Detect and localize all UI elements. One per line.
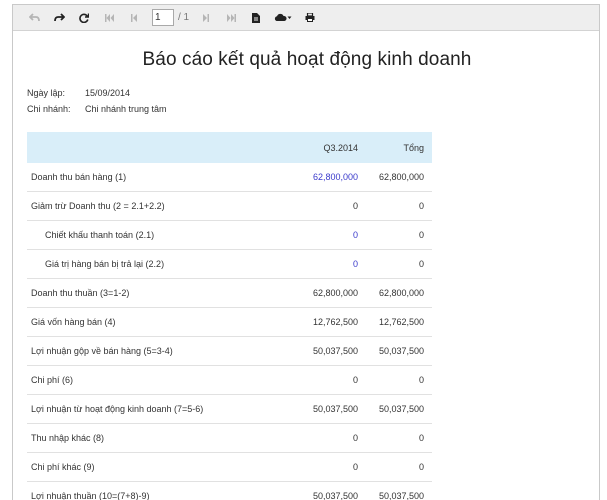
row-total-value: 0: [366, 249, 432, 279]
report-page: Báo cáo kết quả hoạt động kinh doanh Ngà…: [27, 31, 587, 500]
row-q3-value: 12,762,500: [241, 307, 366, 337]
refresh-icon[interactable]: [73, 8, 95, 28]
row-q3-value: 0: [241, 452, 366, 482]
table-row: Chi phí khác (9) 0 0: [27, 452, 432, 482]
row-q3-value-link[interactable]: 0: [241, 220, 366, 250]
table-row: Giá vốn hàng bán (4) 12,762,500 12,762,5…: [27, 307, 432, 337]
table-row: Chi phí (6) 0 0: [27, 365, 432, 395]
report-title: Báo cáo kết quả hoạt động kinh doanh: [142, 49, 472, 70]
row-label: Chi phí khác (9): [27, 452, 241, 482]
row-q3-value-link[interactable]: 0: [241, 249, 366, 279]
report-meta: Ngày lập: 15/09/2014 Chi nhánh: Chi nhán…: [27, 85, 587, 117]
table-row: Lợi nhuận gộp về bán hàng (5=3-4) 50,037…: [27, 336, 432, 366]
report-table: Q3.2014 Tổng Doanh thu bán hàng (1) 62,8…: [27, 132, 432, 500]
page-total: / 1: [178, 12, 190, 23]
viewer-toolbar: / 1: [13, 5, 599, 31]
next-page-icon[interactable]: [195, 8, 217, 28]
meta-label: Ngày lập:: [27, 88, 66, 98]
row-q3-value: 50,037,500: [241, 481, 366, 500]
row-total-value: 12,762,500: [366, 307, 432, 337]
row-label: Giá trị hàng bán bị trả lại (2.2): [27, 249, 241, 279]
row-label: Chi phí (6): [27, 365, 241, 395]
report-viewer: / 1 Báo cáo kết quả hoạt động kinh doanh…: [12, 4, 600, 500]
row-label: Giảm trừ Doanh thu (2 = 2.1+2.2): [27, 191, 241, 221]
column-header-total: Tổng: [366, 132, 432, 163]
meta-value: 15/09/2014: [85, 88, 131, 98]
row-label: Chiết khấu thanh toán (2.1): [27, 220, 241, 250]
row-q3-value: 0: [241, 191, 366, 221]
row-q3-value-link[interactable]: 62,800,000: [241, 163, 366, 192]
row-label: Lợi nhuận từ hoạt động kinh doanh (7=5-6…: [27, 394, 241, 424]
row-total-value: 0: [366, 191, 432, 221]
table-row: Chiết khấu thanh toán (2.1) 0 0: [27, 220, 432, 250]
row-total-value: 0: [366, 220, 432, 250]
row-label: Giá vốn hàng bán (4): [27, 307, 241, 337]
table-row: Giá trị hàng bán bị trả lại (2.2) 0 0: [27, 249, 432, 279]
table-row: Lợi nhuận từ hoạt động kinh doanh (7=5-6…: [27, 394, 432, 424]
column-header-q3: Q3.2014: [241, 132, 366, 163]
document-icon[interactable]: [245, 8, 267, 28]
table-row: Thu nhập khác (8) 0 0: [27, 423, 432, 453]
row-total-value: 62,800,000: [366, 163, 432, 192]
meta-row-date: Ngày lập: 15/09/2014: [27, 85, 587, 101]
print-icon[interactable]: [299, 8, 321, 28]
meta-label: Chi nhánh:: [27, 104, 71, 114]
table-row: Doanh thu bán hàng (1) 62,800,000 62,800…: [27, 163, 432, 192]
row-total-value: 62,800,000: [366, 278, 432, 308]
first-page-icon[interactable]: [98, 8, 120, 28]
table-header-row: Q3.2014 Tổng: [27, 132, 432, 163]
table-row: Doanh thu thuần (3=1-2) 62,800,000 62,80…: [27, 278, 432, 308]
column-header-label: [27, 132, 241, 163]
row-label: Doanh thu bán hàng (1): [27, 163, 241, 192]
row-total-value: 0: [366, 365, 432, 395]
row-total-value: 50,037,500: [366, 394, 432, 424]
table-row: Lợi nhuận thuần (10=(7+8)-9) 50,037,500 …: [27, 481, 432, 500]
row-label: Lợi nhuận gộp về bán hàng (5=3-4): [27, 336, 241, 366]
row-q3-value: 0: [241, 423, 366, 453]
row-total-value: 0: [366, 452, 432, 482]
page-number-input[interactable]: [152, 9, 174, 26]
row-total-value: 0: [366, 423, 432, 453]
row-q3-value: 0: [241, 365, 366, 395]
row-q3-value: 50,037,500: [241, 336, 366, 366]
row-total-value: 50,037,500: [366, 481, 432, 500]
last-page-icon[interactable]: [220, 8, 242, 28]
meta-row-branch: Chi nhánh: Chi nhánh trung tâm: [27, 101, 587, 117]
undo-icon[interactable]: [23, 8, 45, 28]
row-label: Lợi nhuận thuần (10=(7+8)-9): [27, 481, 241, 500]
redo-icon[interactable]: [48, 8, 70, 28]
meta-value: Chi nhánh trung tâm: [85, 104, 167, 114]
row-label: Thu nhập khác (8): [27, 423, 241, 453]
previous-page-icon[interactable]: [123, 8, 145, 28]
row-q3-value: 62,800,000: [241, 278, 366, 308]
table-row: Giảm trừ Doanh thu (2 = 2.1+2.2) 0 0: [27, 191, 432, 221]
row-label: Doanh thu thuần (3=1-2): [27, 278, 241, 308]
export-cloud-icon[interactable]: [270, 8, 296, 28]
row-total-value: 50,037,500: [366, 336, 432, 366]
row-q3-value: 50,037,500: [241, 394, 366, 424]
